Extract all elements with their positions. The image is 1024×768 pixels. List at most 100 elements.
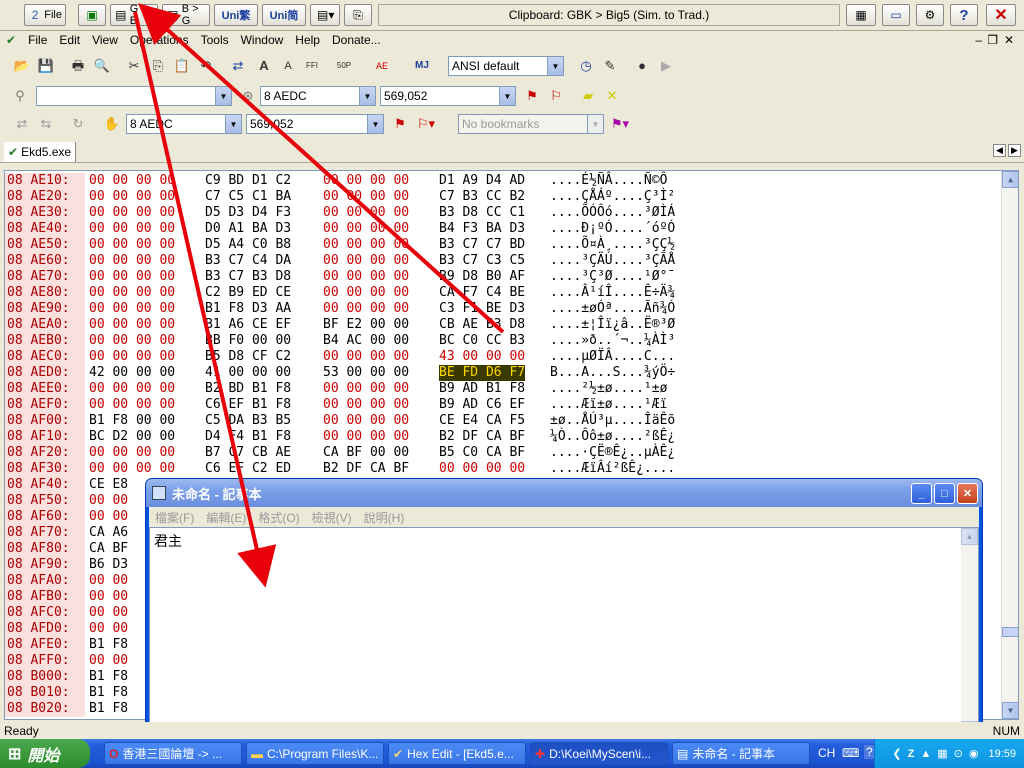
hex-g3[interactable]: BF E2 00 00 <box>323 317 409 333</box>
clipboard-menu-button[interactable]: ▤▾ <box>310 4 340 26</box>
hex-ascii[interactable]: ....ÕÓÔó....³ØÌÁ <box>550 205 675 221</box>
hex-g1[interactable]: 00 00 00 00 <box>89 381 175 397</box>
menu-edit[interactable]: Edit <box>53 33 86 47</box>
font-bigger-icon[interactable]: A <box>254 56 274 76</box>
hex-ascii[interactable]: ....µØÏÂ....C... <box>550 349 675 365</box>
find-input[interactable]: ▼ <box>36 86 232 106</box>
hex-g1[interactable]: CA BF <box>89 541 128 557</box>
hex-g2[interactable]: B5 D8 CF C2 <box>205 349 291 365</box>
hex-addr[interactable]: 08 AE90: <box>5 301 85 317</box>
hex-addr[interactable]: 08 AF00: <box>5 413 85 429</box>
hex-row[interactable]: 08 AF10: BC D2 00 00 D4 F4 B1 F8 00 00 00 0… <box>5 429 1000 445</box>
tray-app2-icon[interactable]: ⊙ <box>954 747 963 760</box>
menu-file[interactable]: File <box>22 33 53 47</box>
binoculars-icon[interactable]: ⚲ <box>10 86 30 106</box>
paste-button[interactable]: ⎘ <box>344 4 372 26</box>
np-vscroll[interactable]: ▲ ▼ <box>961 528 978 738</box>
notepad-textarea[interactable]: 君主 ▲ ▼ <box>149 527 979 739</box>
menu-window[interactable]: Window <box>235 33 290 47</box>
hex-g2[interactable]: B1 A6 CE EF <box>205 317 291 333</box>
hex-addr[interactable]: 08 AFF0: <box>5 653 85 669</box>
hex-g3[interactable]: 00 00 00 00 <box>323 221 409 237</box>
hex-addr[interactable]: 08 AE60: <box>5 253 85 269</box>
hex-g4[interactable]: B2 DF CA BF <box>439 429 525 445</box>
hex-g1[interactable]: 00 00 <box>89 653 128 669</box>
close-button[interactable]: ✕ <box>957 483 978 504</box>
tab-prev-icon[interactable]: ◀ <box>993 144 1006 157</box>
hex-row[interactable]: 08 AEE0: 00 00 00 00 B2 BD B1 F8 00 00 00 0… <box>5 381 1000 397</box>
hex-g4[interactable]: B9 AD B1 F8 <box>439 381 525 397</box>
hex-g1[interactable]: 00 00 00 00 <box>89 301 175 317</box>
task-notepad[interactable]: ▤ 未命名 - 記事本 <box>672 742 810 765</box>
tray-app3-icon[interactable]: ◉ <box>969 747 979 760</box>
task-hexedit[interactable]: ✔ Hex Edit - [Ekd5.e... <box>388 742 526 765</box>
hex-g2[interactable]: C9 BD D1 C2 <box>205 173 291 189</box>
hex-addr[interactable]: 08 AEC0: <box>5 349 85 365</box>
options-button[interactable]: ▦ <box>846 4 876 26</box>
hex-g1[interactable]: 00 00 00 00 <box>89 173 175 189</box>
uni-simp-button[interactable]: Uni简 <box>262 4 306 26</box>
close-button[interactable]: ✕ <box>986 4 1016 26</box>
hex-g4[interactable]: BE FD D6 F7 <box>439 365 526 381</box>
menu-operations[interactable]: Operations <box>124 33 195 47</box>
start-button[interactable]: ⊞ 開始 <box>0 739 90 768</box>
hex-addr[interactable]: 08 AED0: <box>5 365 85 381</box>
hex-g1[interactable]: B1 F8 <box>89 701 128 717</box>
offset-combo-2[interactable]: 569,052 ▼ <box>246 114 384 134</box>
edit-pen-icon[interactable]: ✎ <box>600 56 620 76</box>
hex-row[interactable]: 08 AE80: 00 00 00 00 C2 B9 ED CE 00 00 00 0… <box>5 285 1000 301</box>
hex-g2[interactable]: C2 B9 ED CE <box>205 285 291 301</box>
clipboard-convert-button[interactable]: ▣ <box>78 4 106 26</box>
hex-g1[interactable]: B1 F8 00 00 <box>89 413 175 429</box>
hex-g2[interactable]: B3 C7 C4 DA <box>205 253 291 269</box>
hex-addr[interactable]: 08 AE20: <box>5 189 85 205</box>
hex-g1[interactable]: B1 F8 <box>89 685 128 701</box>
hex-row[interactable]: 08 AE70: 00 00 00 00 B3 C7 B3 D8 00 00 00 0… <box>5 269 1000 285</box>
hex-g3[interactable]: CA BF 00 00 <box>323 445 409 461</box>
record-icon[interactable]: ● <box>632 56 652 76</box>
task-explorer[interactable]: ▬ C:\Program Files\K... <box>246 742 384 765</box>
hex-addr[interactable]: 08 AFD0: <box>5 621 85 637</box>
hex-g2[interactable]: D5 A4 C0 B8 <box>205 237 291 253</box>
hex-g4[interactable]: B9 AD C6 EF <box>439 397 525 413</box>
hex-addr[interactable]: 08 AE70: <box>5 269 85 285</box>
hex-g2[interactable]: B1 F8 D3 AA <box>205 301 291 317</box>
hex-g4[interactable]: B4 F3 BA D3 <box>439 221 525 237</box>
hex-g1[interactable]: 00 00 <box>89 621 128 637</box>
hex-g1[interactable]: 00 00 <box>89 493 128 509</box>
keyboard-icon[interactable]: ⌨ <box>842 746 859 760</box>
hex-g3[interactable]: 00 00 00 00 <box>323 397 409 413</box>
hex-row[interactable]: 08 AEA0: 00 00 00 00 B1 A6 CE EF BF E2 00 0… <box>5 317 1000 333</box>
hex-g1[interactable]: 00 00 <box>89 509 128 525</box>
hand-icon[interactable]: ✋ <box>102 114 122 134</box>
font-select[interactable]: ANSI default ▼ <box>448 56 564 76</box>
hex-g3[interactable]: 00 00 00 00 <box>323 413 409 429</box>
offset-combo[interactable]: 569,052 ▼ <box>380 86 516 106</box>
print-preview-icon[interactable]: 🔍 <box>92 56 112 76</box>
hex-g2[interactable]: B2 BD B1 F8 <box>205 381 291 397</box>
hex-ascii[interactable]: ....ÆïÂí²ßÊ¿.... <box>550 461 675 477</box>
hex-addr[interactable]: 08 AFE0: <box>5 637 85 653</box>
hex-g4[interactable]: C7 B3 CC B2 <box>439 189 525 205</box>
hex-g3[interactable]: B4 AC 00 00 <box>323 333 409 349</box>
mdi-close-icon[interactable]: ✕ <box>998 33 1020 47</box>
hex-addr[interactable]: 08 AE50: <box>5 237 85 253</box>
hex-row[interactable]: 08 AE10: 00 00 00 00 C9 BD D1 C2 00 00 00 0… <box>5 173 1000 189</box>
hex-row[interactable]: 08 AEB0: 00 00 00 00 BB F0 00 00 B4 AC 00 0… <box>5 333 1000 349</box>
hex-ascii[interactable]: ....·ÇË®Ê¿..µÀÊ¿ <box>550 445 675 461</box>
hex-addr[interactable]: 08 AF20: <box>5 445 85 461</box>
hex-g4[interactable]: D1 A9 D4 AD <box>439 173 525 189</box>
bookmark-flag-icon[interactable]: ⚑▾ <box>610 114 630 134</box>
tab-next-icon[interactable]: ▶ <box>1008 144 1021 157</box>
hex-addr[interactable]: 08 AF10: <box>5 429 85 445</box>
hex-g2[interactable]: C5 DA B3 B5 <box>205 413 291 429</box>
hex-ascii[interactable]: ....»ð..´¬..¼ÀÌ³ <box>550 333 675 349</box>
hex-g1[interactable]: B6 D3 <box>89 557 128 573</box>
hex-g1[interactable]: CE E8 <box>89 477 128 493</box>
flag-icon[interactable]: ⚑ <box>522 86 542 106</box>
hex-g1[interactable]: 00 00 00 00 <box>89 397 175 413</box>
hex-g1[interactable]: 00 00 00 00 <box>89 445 175 461</box>
uni-trad-button[interactable]: Uni繁 <box>214 4 258 26</box>
hex-g1[interactable]: 00 00 00 00 <box>89 333 175 349</box>
g-to-b-button[interactable]: ▤ G > B <box>110 3 158 27</box>
